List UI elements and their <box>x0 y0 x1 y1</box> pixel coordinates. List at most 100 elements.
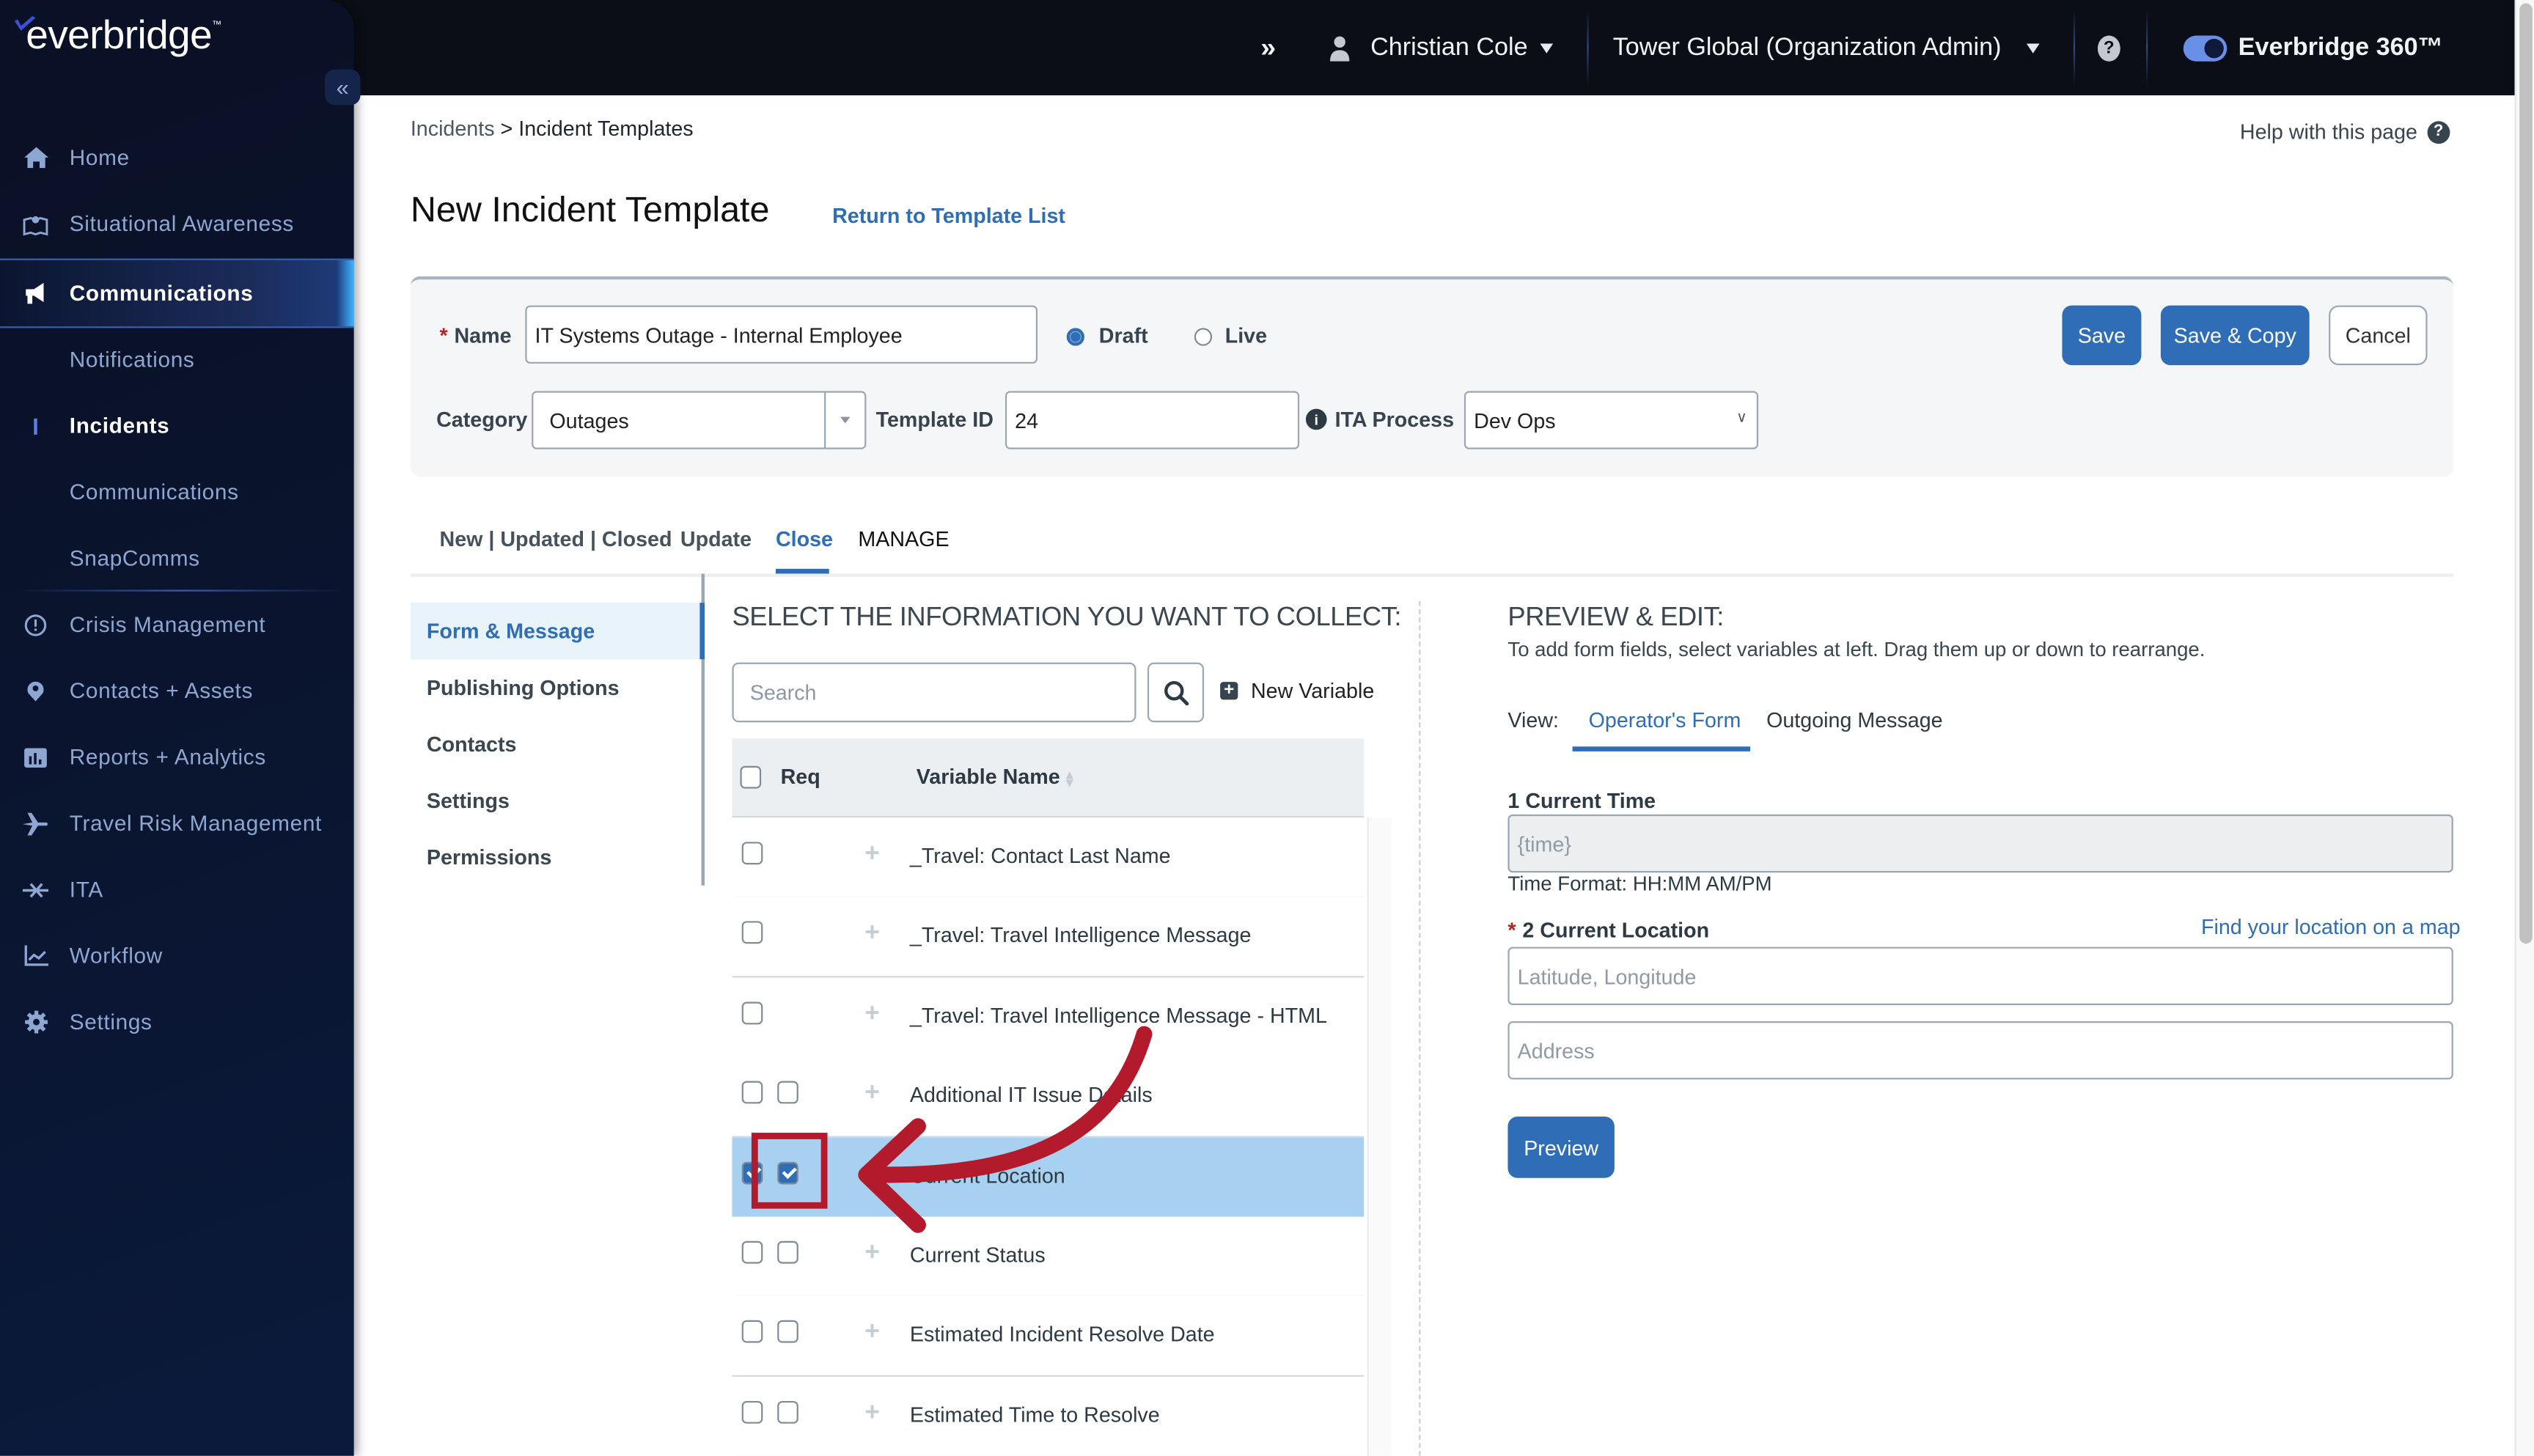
latitude-longitude-input[interactable]: Latitude, Longitude <box>1507 946 2453 1005</box>
sidebar-item-crisis-management[interactable]: Crisis Management <box>0 592 354 658</box>
new-variable-button[interactable]: + New Variable <box>1220 679 1374 703</box>
include-checkbox[interactable] <box>741 1081 763 1104</box>
include-checkbox[interactable] <box>741 1320 763 1344</box>
live-radio[interactable] <box>1194 328 1213 346</box>
double-chevron-left-icon: « <box>336 74 349 100</box>
sidebar-item-workflow[interactable]: Workflow <box>0 923 354 989</box>
tab-close[interactable]: Close <box>776 527 833 551</box>
nav-contacts[interactable]: Contacts <box>411 716 702 772</box>
required-checkbox[interactable] <box>777 1081 798 1104</box>
sidebar-subitem-notifications[interactable]: Notifications <box>0 326 354 392</box>
variable-row[interactable]: + _Travel: Contact Last Name <box>732 817 1365 899</box>
sidebar-item-travel-risk-management[interactable]: Travel Risk Management <box>0 790 354 856</box>
variable-name-column-header[interactable]: Variable Name ▲ ▼ <box>917 765 1076 789</box>
breadcrumb-current: Incident Templates <box>518 116 694 141</box>
search-button[interactable] <box>1147 662 1205 723</box>
add-plus-icon[interactable]: + <box>864 1240 880 1269</box>
save-button[interactable]: Save <box>2062 305 2142 366</box>
sidebar-item-contacts-assets[interactable]: Contacts + Assets <box>0 658 354 724</box>
variable-search-input[interactable]: Search <box>732 662 1136 723</box>
dropdown-toggle[interactable] <box>824 392 864 448</box>
required-checkbox[interactable] <box>777 1240 798 1264</box>
page-scrollbar[interactable] <box>2514 0 2534 1456</box>
cancel-button[interactable]: Cancel <box>2329 305 2428 366</box>
required-checkbox[interactable] <box>777 1320 798 1344</box>
view-tab-outgoing-message[interactable]: Outgoing Message <box>1766 707 1943 732</box>
tab-manage[interactable]: MANAGE <box>858 527 949 551</box>
include-checkbox[interactable] <box>741 922 763 945</box>
add-plus-icon[interactable]: + <box>864 1319 880 1348</box>
include-checkbox[interactable] <box>741 1400 763 1424</box>
product-toggle[interactable]: Everbridge 360™ <box>2183 0 2443 95</box>
required-checkbox[interactable] <box>777 1400 798 1424</box>
variable-row[interactable]: Current Location <box>732 1136 1365 1218</box>
return-to-template-list-link[interactable]: Return to Template List <box>832 204 1065 228</box>
variable-row[interactable]: + Current Status <box>732 1216 1365 1298</box>
include-checkbox[interactable] <box>741 1161 763 1184</box>
scrollbar-thumb[interactable] <box>2519 3 2533 944</box>
preview-button[interactable]: Preview <box>1507 1117 1615 1178</box>
info-icon[interactable]: i <box>1305 408 1327 430</box>
view-tab-operators-form[interactable]: Operator's Form <box>1589 707 1741 732</box>
address-input[interactable]: Address <box>1507 1021 2453 1080</box>
category-select[interactable]: Outages <box>532 391 867 449</box>
sidebar-item-ita[interactable]: ITA <box>0 856 354 922</box>
organization-menu[interactable]: Tower Global (Organization Admin) <box>1613 0 2041 95</box>
nav-permissions[interactable]: Permissions <box>411 829 702 886</box>
variable-row[interactable]: + _Travel: Travel Intelligence Message - … <box>732 977 1365 1059</box>
find-location-on-map-link[interactable]: Find your location on a map <box>2201 915 2461 939</box>
sidebar-subitem-communications[interactable]: Communications <box>0 459 354 525</box>
required-marker: * <box>1507 917 1516 942</box>
required-checkbox[interactable] <box>777 1161 798 1184</box>
sidebar-item-settings[interactable]: Settings <box>0 989 354 1055</box>
preview-description: To add form fields, select variables at … <box>1507 638 2206 661</box>
nav-form-message[interactable]: Form & Message <box>410 603 705 660</box>
sidebar-subitem-incidents[interactable]: Incidents <box>0 393 354 459</box>
breadcrumb-incidents[interactable]: Incidents <box>411 117 495 141</box>
expand-nav-button[interactable]: » <box>1260 0 1276 95</box>
variable-name: Current Status <box>909 1242 1046 1268</box>
add-plus-icon[interactable]: + <box>864 1399 880 1428</box>
include-checkbox[interactable] <box>741 1001 763 1024</box>
product-name: Everbridge 360™ <box>2238 33 2443 61</box>
add-plus-icon[interactable]: + <box>864 920 880 949</box>
toggle-switch[interactable] <box>2183 34 2228 61</box>
include-checkbox[interactable] <box>741 842 763 865</box>
everbridge-logo[interactable]: everbridge™ <box>13 13 221 60</box>
variables-list-scrollbar[interactable] <box>1367 817 1392 1456</box>
draft-label[interactable]: Draft <box>1099 323 1148 348</box>
add-plus-icon[interactable]: + <box>864 1080 880 1109</box>
save-copy-button[interactable]: Save & Copy <box>2160 305 2310 366</box>
sidebar-item-communications[interactable]: Communications <box>0 258 354 328</box>
question-circle-icon: ? <box>2097 34 2120 61</box>
variable-row[interactable]: + Estimated Time to Resolve <box>732 1376 1365 1456</box>
draft-radio[interactable] <box>1066 328 1084 346</box>
tab-new-updated-closed[interactable]: New | Updated | Closed <box>440 527 672 551</box>
nav-publishing-options[interactable]: Publishing Options <box>411 659 702 716</box>
add-plus-icon[interactable]: + <box>864 840 880 869</box>
divider <box>1419 600 1421 1456</box>
variable-row[interactable]: + Estimated Incident Resolve Date <box>732 1296 1365 1378</box>
help-with-page-link[interactable]: Help with this page ? <box>2240 120 2450 144</box>
collapse-sidebar-button[interactable]: « <box>325 69 361 106</box>
add-plus-icon[interactable]: + <box>864 1000 880 1029</box>
template-id-input[interactable]: 24 <box>1005 391 1300 449</box>
sidebar-item-situational-awareness[interactable]: Situational Awareness <box>0 191 354 257</box>
sidebar-item-reports-analytics[interactable]: Reports + Analytics <box>0 724 354 790</box>
sidebar-item-home[interactable]: Home <box>0 125 354 191</box>
nav-settings[interactable]: Settings <box>411 773 702 829</box>
help-button[interactable]: ? <box>2097 0 2120 95</box>
airplane-icon <box>22 810 48 836</box>
sidebar-subitem-snapcomms[interactable]: SnapComms <box>0 525 354 591</box>
name-input[interactable]: IT Systems Outage - Internal Employee <box>525 305 1038 364</box>
variable-row[interactable]: + _Travel: Travel Intelligence Message <box>732 897 1365 979</box>
tab-update[interactable]: Update <box>680 527 752 551</box>
map-pin-icon <box>23 211 48 237</box>
live-label[interactable]: Live <box>1225 323 1267 348</box>
gear-icon <box>23 1009 48 1034</box>
include-checkbox[interactable] <box>741 1240 763 1264</box>
ita-process-select[interactable]: Dev Ops ∨ <box>1464 391 1759 449</box>
user-menu[interactable]: Christian Cole <box>1329 0 1554 95</box>
select-all-checkbox[interactable] <box>740 765 762 789</box>
variable-row[interactable]: + Additional IT Issue Details <box>732 1056 1365 1139</box>
